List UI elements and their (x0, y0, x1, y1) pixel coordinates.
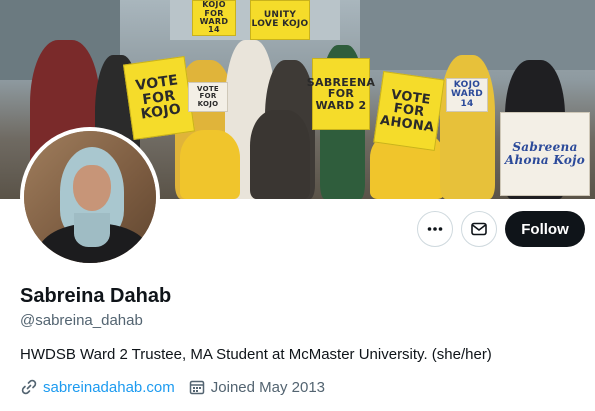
banner-person (250, 110, 310, 199)
banner-sign: VOTE FOR KOJO (123, 56, 195, 140)
profile-handle: @sabreina_dahab (20, 312, 143, 329)
follow-button[interactable]: Follow (505, 211, 585, 247)
calendar-icon (188, 378, 206, 396)
profile-bio: HWDSB Ward 2 Trustee, MA Student at McMa… (20, 346, 492, 363)
banner-sign: KOJO FOR WARD 14 (192, 0, 236, 36)
banner-person (440, 55, 495, 199)
message-button[interactable] (461, 211, 497, 247)
avatar-scarf (74, 213, 110, 247)
profile-name: Sabreina Dahab (20, 285, 172, 307)
banner-sign: VOTE FOR KOJO (188, 82, 228, 112)
link-icon (20, 378, 38, 396)
banner-sign: KOJO WARD 14 (446, 78, 488, 112)
profile-joined-date: Joined May 2013 (210, 378, 326, 396)
avatar-face (73, 165, 111, 211)
avatar[interactable] (20, 127, 160, 267)
banner-sign: Sabreena Ahona Kojo (500, 112, 590, 196)
profile-meta: sabreinadahab.com Joined May 2013 (20, 378, 325, 396)
banner-sign: SABREENA FOR WARD 2 (307, 58, 375, 130)
banner-sign: VOTE FOR AHONA (373, 71, 445, 151)
banner-person (180, 130, 240, 199)
banner-sign: UNITY LOVE KOJO (250, 0, 310, 40)
mail-icon (471, 222, 487, 236)
more-icon (427, 227, 443, 231)
more-button[interactable] (417, 211, 453, 247)
profile-website-link[interactable]: sabreinadahab.com (43, 379, 175, 396)
